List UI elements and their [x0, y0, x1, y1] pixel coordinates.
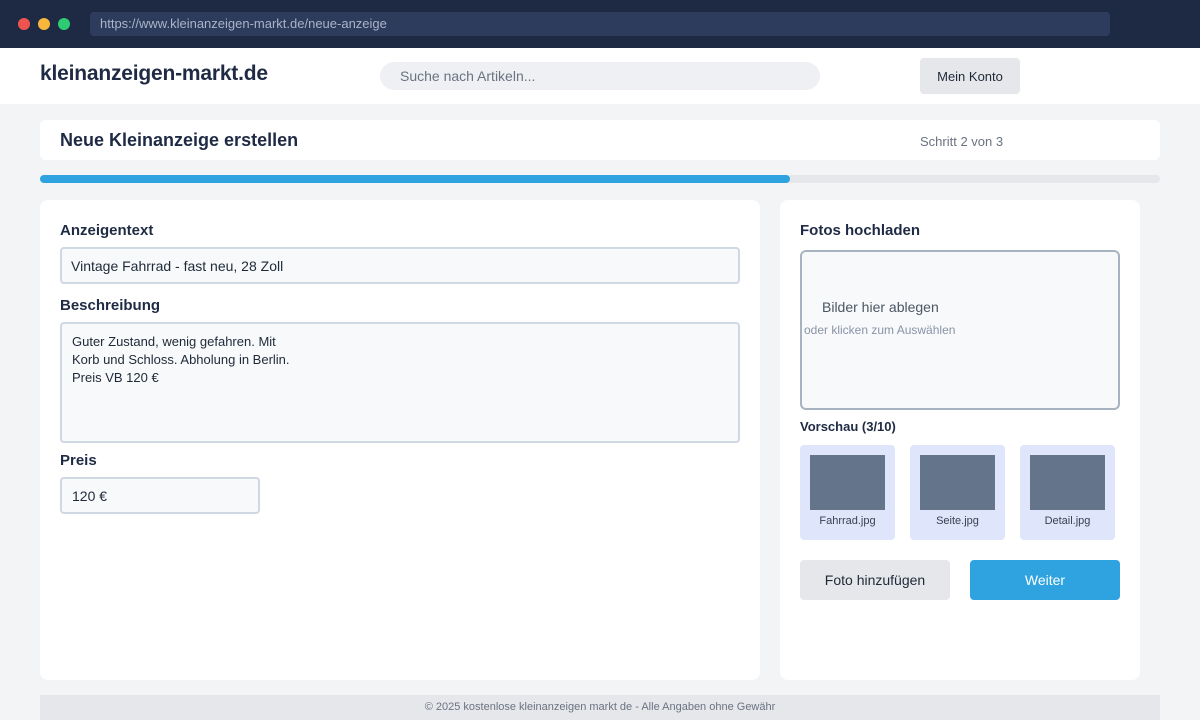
thumbnail-filename: Seite.jpg [936, 515, 979, 527]
progress-bar [40, 175, 1160, 183]
maximize-window-icon[interactable] [58, 18, 70, 30]
photo-upload-panel: Fotos hochladen Bilder hier ablegen oder… [780, 200, 1140, 680]
close-window-icon[interactable] [18, 18, 30, 30]
add-photo-button[interactable]: Foto hinzufügen [800, 560, 950, 600]
image-icon [920, 455, 995, 510]
listing-form: Anzeigentext Beschreibung Guter Zustand,… [40, 200, 760, 680]
description-textarea[interactable]: Guter Zustand, wenig gefahren. Mit Korb … [60, 322, 740, 443]
minimize-window-icon[interactable] [38, 18, 50, 30]
upload-heading: Fotos hochladen [800, 222, 920, 239]
title-label: Anzeigentext [60, 222, 154, 239]
preview-label: Vorschau (3/10) [800, 419, 896, 434]
price-input[interactable] [60, 477, 260, 514]
site-header: kleinanzeigen-markt.de Mein Konto [0, 48, 1200, 104]
search-input[interactable] [380, 62, 820, 90]
photo-thumbnail[interactable]: Seite.jpg [910, 445, 1005, 540]
price-label: Preis [60, 452, 97, 469]
description-label: Beschreibung [60, 297, 161, 314]
next-button[interactable]: Weiter [970, 560, 1120, 600]
thumbnail-filename: Fahrrad.jpg [819, 515, 876, 527]
title-input[interactable] [60, 247, 740, 284]
page-footer: © 2025 kostenlose kleinanzeigen markt de… [40, 695, 1160, 720]
account-button[interactable]: Mein Konto [920, 58, 1020, 94]
photo-dropzone[interactable]: Bilder hier ablegen oder klicken zum Aus… [800, 250, 1120, 410]
step-indicator: Schritt 2 von 3 [920, 134, 1004, 149]
page-title: Neue Kleinanzeige erstellen [60, 130, 299, 150]
site-logo[interactable]: kleinanzeigen-markt.de [40, 62, 268, 86]
dropzone-title: Bilder hier ablegen [822, 299, 939, 315]
dropzone-subtitle: oder klicken zum Auswählen [804, 323, 956, 337]
image-icon [1030, 455, 1105, 510]
photo-thumbnail[interactable]: Fahrrad.jpg [800, 445, 895, 540]
image-icon [810, 455, 885, 510]
address-bar[interactable]: https://www.kleinanzeigen-markt.de/neue-… [90, 12, 1110, 36]
thumbnail-filename: Detail.jpg [1044, 515, 1091, 527]
page-header: Neue Kleinanzeige erstellen Schritt 2 vo… [40, 120, 1160, 160]
photo-thumbnail[interactable]: Detail.jpg [1020, 445, 1115, 540]
browser-chrome: https://www.kleinanzeigen-markt.de/neue-… [0, 0, 1200, 48]
progress-bar-fill [40, 175, 791, 183]
